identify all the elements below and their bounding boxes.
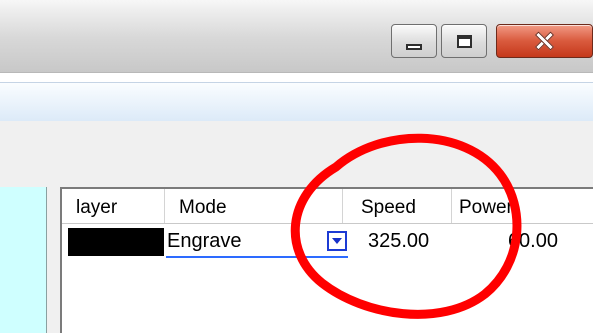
layer-settings-window: layer Mode Speed Power Engrave 325.00 60… (0, 0, 593, 333)
close-icon (533, 29, 557, 53)
dropdown-button[interactable] (327, 231, 347, 251)
column-header-mode[interactable]: Mode (165, 189, 343, 223)
layer-settings-grid: layer Mode Speed Power Engrave 325.00 60… (60, 187, 593, 333)
table-row[interactable]: Engrave 325.00 60.00 (62, 225, 593, 258)
toolbar-strip (0, 82, 593, 122)
maximize-icon (456, 34, 472, 48)
cyan-side-panel (0, 187, 47, 333)
close-button[interactable] (496, 24, 593, 58)
power-value[interactable]: 60.00 (488, 227, 558, 255)
mode-dropdown[interactable]: Engrave (166, 225, 348, 258)
column-header-power[interactable]: Power (452, 189, 593, 223)
dropdown-arrow-icon (332, 238, 342, 244)
mode-value: Engrave (167, 230, 242, 252)
speed-value[interactable]: 325.00 (368, 227, 429, 255)
column-header-layer[interactable]: layer (62, 189, 165, 223)
layer-color-swatch[interactable] (68, 228, 164, 256)
grid-header: layer Mode Speed Power (62, 189, 593, 224)
column-header-speed[interactable]: Speed (343, 189, 452, 223)
minimize-button[interactable] (391, 24, 437, 58)
maximize-button[interactable] (441, 24, 487, 58)
window-title-bar (0, 0, 593, 73)
minimize-icon (406, 44, 422, 50)
